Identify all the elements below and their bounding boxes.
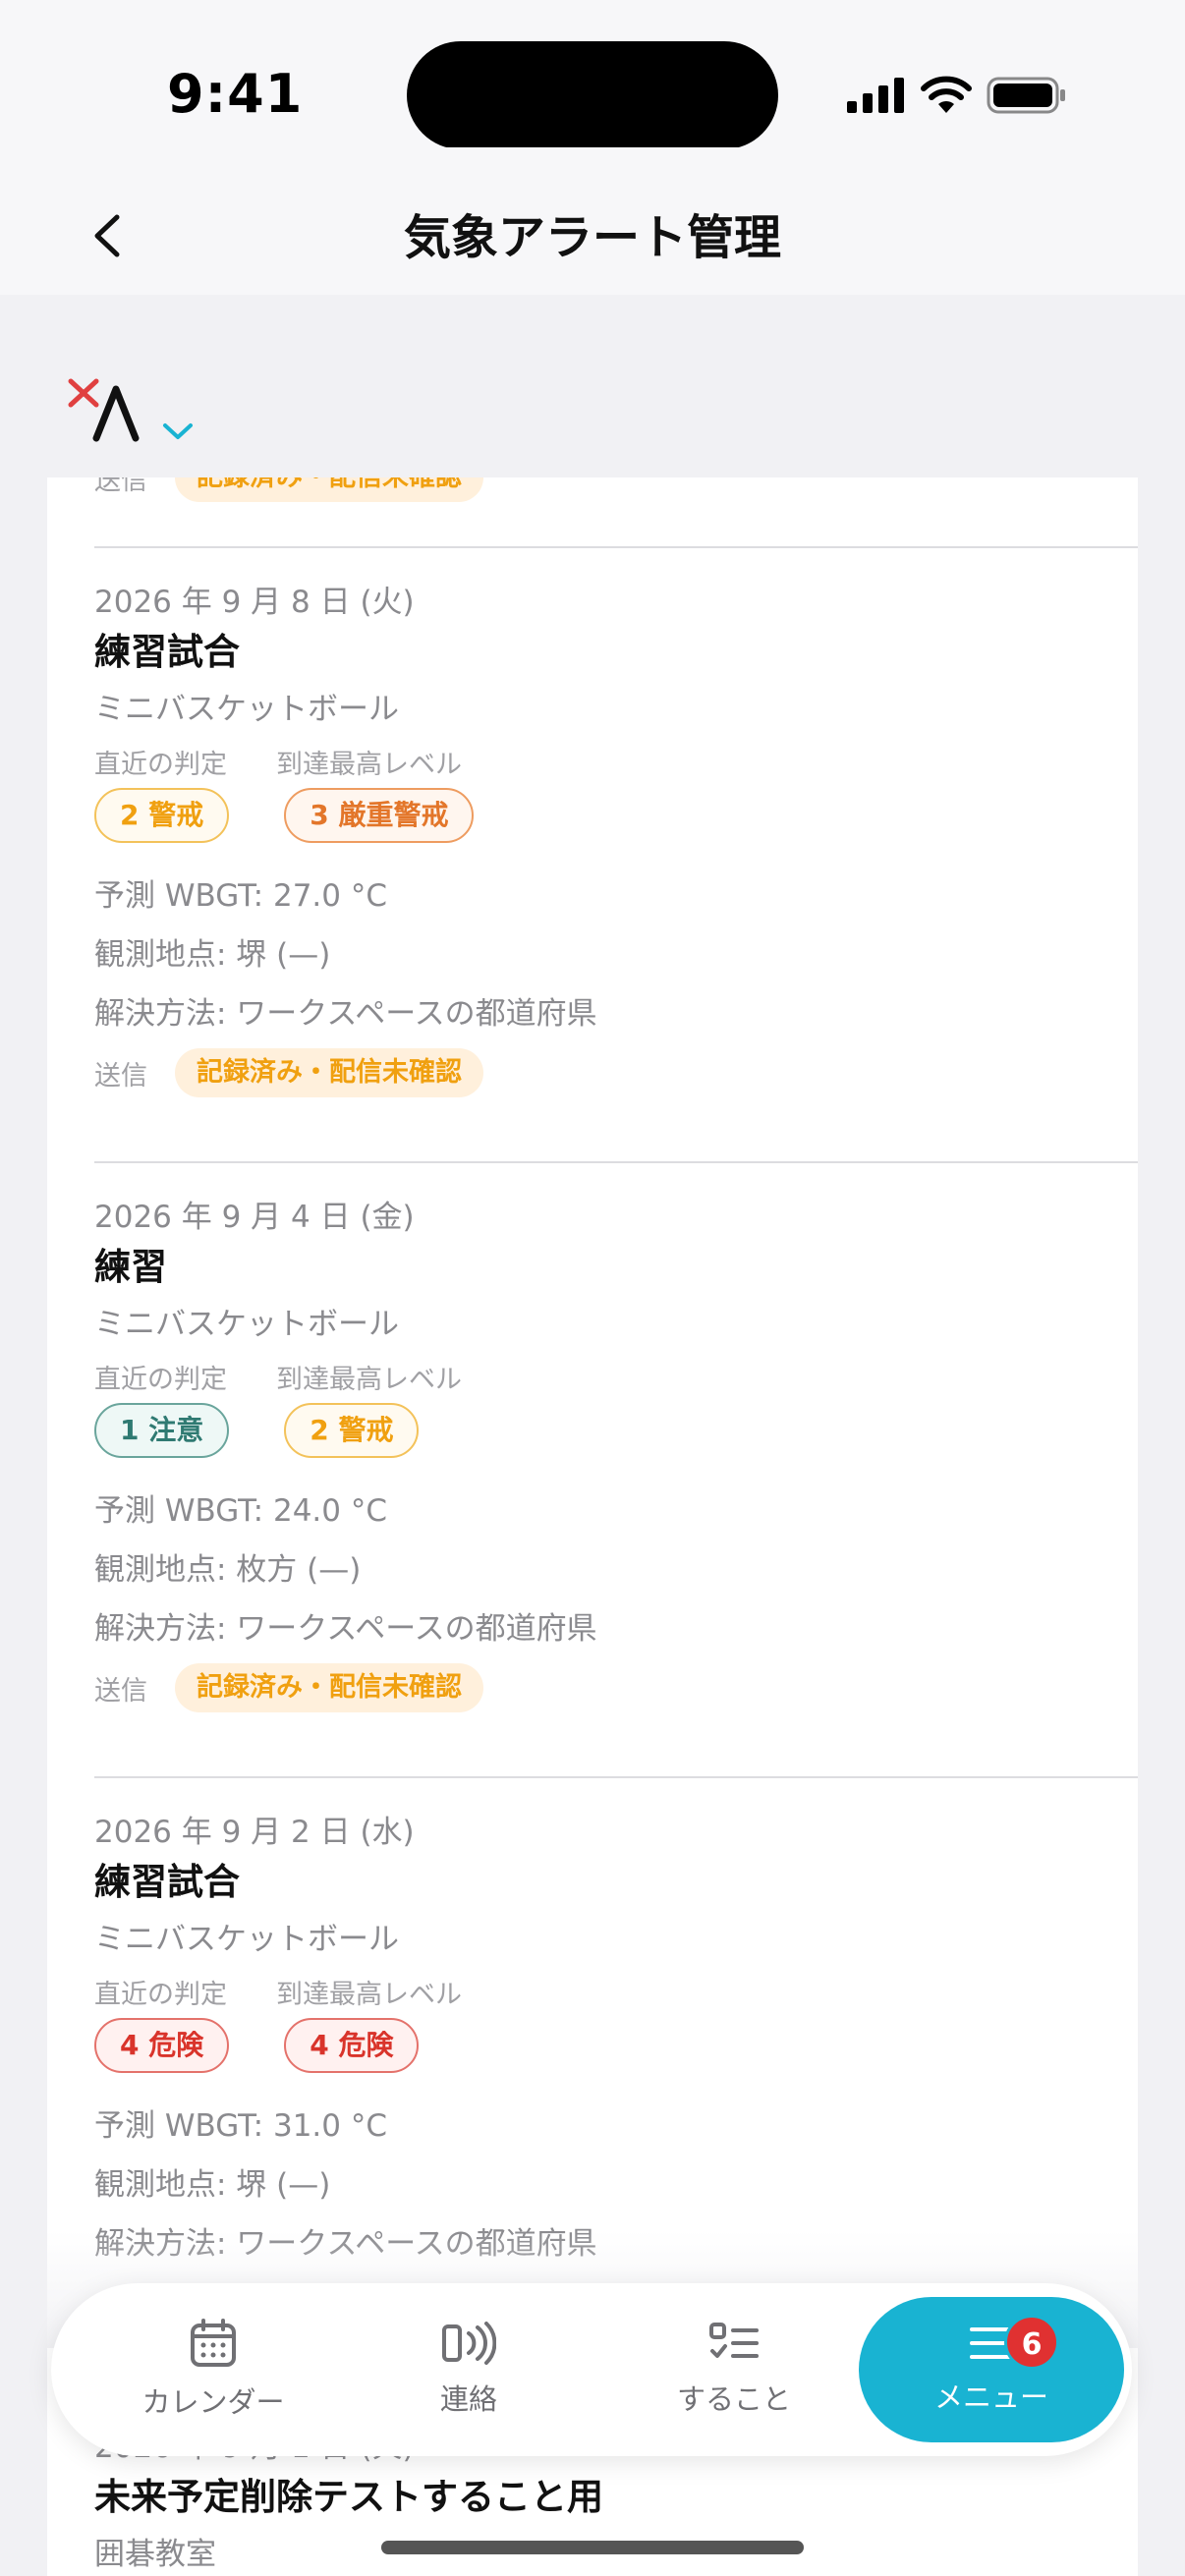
event-subtitle: ミニバスケットボール	[94, 1307, 399, 1342]
home-indicator	[381, 2541, 804, 2554]
status-time: 9:41	[167, 63, 304, 125]
checklist-icon	[709, 2323, 759, 2358]
max-label: 到達最高レベル	[276, 750, 462, 780]
location-text: 観測地点: 堺 (—)	[94, 937, 331, 973]
event-date: 2026 年 9 月 4 日 (金)	[94, 1200, 415, 1235]
event-title: 練習	[94, 1246, 167, 1288]
cellular-signal-icon	[847, 78, 904, 113]
list-item[interactable]: 2026 年 9 月 2 日 (水) 練習試合 ミニバスケットボール 直近の判定…	[94, 1810, 1077, 2273]
event-title: 練習試合	[94, 631, 240, 673]
send-status-badge: 記録済み・配信未確認	[175, 1663, 483, 1712]
translate-icon	[68, 378, 140, 442]
event-title: 練習試合	[94, 1861, 240, 1903]
event-title: 未来予定削除テストすること用	[94, 2476, 603, 2518]
wifi-icon	[921, 76, 972, 113]
translate-toggle[interactable]	[65, 373, 195, 442]
calendar-icon	[191, 2319, 236, 2367]
dynamic-island	[407, 41, 778, 149]
tab-calendar[interactable]: カレンダー	[81, 2297, 346, 2442]
recent-level-badge: 4 危険	[94, 2018, 230, 2073]
broadcast-icon	[442, 2322, 496, 2365]
list-item[interactable]: 2026 年 9 月 4 日 (金) 練習 ミニバスケットボール 直近の判定 到…	[94, 1195, 1077, 1717]
max-level-badge: 3 厳重警戒	[284, 788, 475, 843]
event-date: 2026 年 9 月 8 日 (火)	[94, 585, 415, 620]
send-label: 送信	[94, 1060, 147, 1092]
event-date: 2026 年 9 月 2 日 (水)	[94, 1815, 415, 1850]
recent-label: 直近の判定	[94, 1365, 227, 1395]
status-icons	[847, 71, 1067, 120]
recent-label: 直近の判定	[94, 750, 227, 780]
level-badges: 2 警戒 3 厳重警戒	[94, 788, 1077, 849]
level-badges: 1 注意 2 警戒	[94, 1403, 1077, 1464]
level-labels: 直近の判定 到達最高レベル	[94, 1358, 1077, 1403]
page-title: 気象アラート管理	[403, 210, 781, 265]
divider	[94, 1776, 1138, 1778]
battery-icon	[987, 77, 1065, 114]
notification-badge: 6	[1004, 2315, 1059, 2370]
send-row: 送信 記録済み・配信未確認	[94, 1658, 1077, 1717]
tab-contact[interactable]: 連絡	[336, 2297, 601, 2442]
max-label: 到達最高レベル	[276, 1980, 462, 2010]
tab-todo[interactable]: すること	[601, 2297, 867, 2442]
tab-menu[interactable]: メニュー 6	[859, 2297, 1124, 2442]
recent-level-badge: 1 注意	[94, 1403, 230, 1458]
wbgt-text: 予測 WBGT: 24.0 °C	[94, 1493, 387, 1529]
chevron-down-icon	[163, 423, 193, 439]
send-row: 送信 記録済み・配信未確認	[94, 1043, 1077, 1102]
max-label: 到達最高レベル	[276, 1365, 462, 1395]
method-text: 解決方法: ワークスペースの都道府県	[94, 996, 597, 1032]
divider	[94, 546, 1138, 548]
wbgt-text: 予測 WBGT: 31.0 °C	[94, 2108, 387, 2144]
tab-label: メニュー	[933, 2380, 1048, 2414]
recent-label: 直近の判定	[94, 1980, 227, 2010]
tab-label: カレンダー	[141, 2385, 285, 2419]
tab-bar: カレンダー 連絡 すること メニュー 6	[51, 2283, 1132, 2456]
location-text: 観測地点: 堺 (—)	[94, 2167, 331, 2203]
level-labels: 直近の判定 到達最高レベル	[94, 1973, 1077, 2018]
send-status-badge: 記録済み・配信未確認	[175, 1048, 483, 1097]
wbgt-text: 予測 WBGT: 27.0 °C	[94, 878, 387, 914]
send-status-badge: 記録済み・配信未確認	[175, 477, 483, 502]
max-level-badge: 4 危険	[284, 2018, 420, 2073]
event-subtitle: ミニバスケットボール	[94, 692, 399, 727]
location-text: 観測地点: 枚方 (—)	[94, 1552, 362, 1588]
send-label: 送信	[94, 1675, 147, 1707]
list-item[interactable]: 2026 年 9 月 8 日 (火) 練習試合 ミニバスケットボール 直近の判定…	[94, 580, 1077, 1102]
max-level-badge: 2 警戒	[284, 1403, 420, 1458]
divider	[94, 1161, 1138, 1163]
level-labels: 直近の判定 到達最高レベル	[94, 743, 1077, 788]
method-text: 解決方法: ワークスペースの都道府県	[94, 1611, 597, 1647]
send-label: 送信	[94, 477, 147, 496]
recent-level-badge: 2 警戒	[94, 788, 230, 843]
tab-label: 連絡	[439, 2382, 497, 2416]
nav-header: 気象アラート管理	[0, 147, 1185, 295]
level-badges: 4 危険 4 危険	[94, 2018, 1077, 2079]
event-subtitle: ミニバスケットボール	[94, 1922, 399, 1957]
send-row: 送信 記録済み・配信未確認	[94, 477, 483, 502]
tab-label: すること	[676, 2382, 791, 2416]
